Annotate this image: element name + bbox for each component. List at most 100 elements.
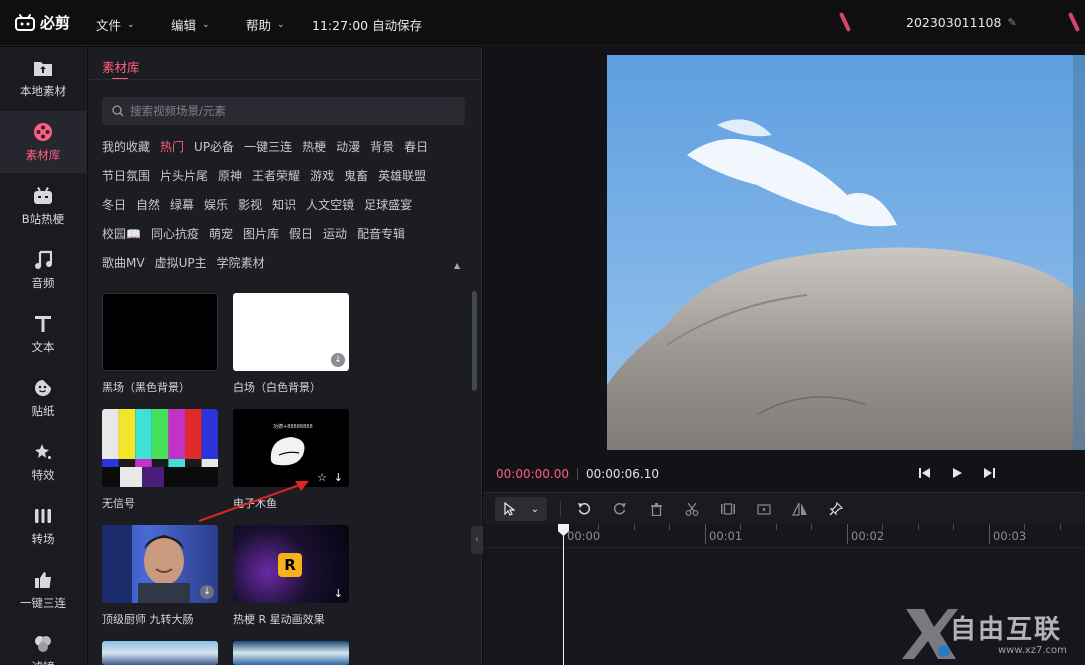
tag-film[interactable]: 影视	[238, 195, 262, 215]
edit-pencil-icon[interactable]: ✎	[1007, 16, 1016, 29]
nav-audio-label: 音频	[31, 275, 55, 290]
tag-football[interactable]: 足球盛宴	[364, 195, 412, 215]
tag-green-screen[interactable]: 绿幕	[170, 195, 194, 215]
tag-row: 歌曲MV 虚拟UP主 学院素材	[102, 253, 275, 273]
pin-marker-icon[interactable]	[827, 500, 845, 518]
nav-text[interactable]: 文本	[0, 303, 86, 365]
nav-effects[interactable]: 特效	[0, 431, 86, 493]
material-card[interactable]	[102, 641, 218, 665]
card-thumbnail[interactable]	[102, 641, 218, 665]
app-logo: 必剪	[14, 12, 70, 33]
redo-icon[interactable]	[611, 500, 629, 518]
material-library-panel: 素材库 我的收藏 热门 UP必备 一键三连 热梗 动漫 背景 春日 节日氛围 片…	[88, 47, 482, 665]
tag-kichiku[interactable]: 鬼畜	[344, 166, 368, 186]
reverse-icon[interactable]	[755, 500, 773, 518]
menu-edit[interactable]: 编辑 ⌄	[171, 15, 210, 34]
tag-virtual-up[interactable]: 虚拟UP主	[155, 253, 207, 273]
tag-anti-epidemic[interactable]: 同心抗疫	[151, 224, 199, 244]
bilibili-logo-icon	[15, 13, 35, 31]
library-scrollbar[interactable]	[472, 291, 477, 391]
freeze-frame-icon[interactable]	[719, 500, 737, 518]
undo-icon[interactable]	[575, 500, 593, 518]
tag-sports[interactable]: 运动	[323, 224, 347, 244]
top-bar: 必剪 文件 ⌄ 编辑 ⌄ 帮助 ⌄ 11:27:00 自动保存 20230301…	[0, 0, 1085, 46]
search-icon	[112, 105, 124, 117]
tag-entertainment[interactable]: 娱乐	[204, 195, 228, 215]
download-icon[interactable]: ↓	[331, 353, 345, 367]
tag-holiday[interactable]: 假日	[289, 224, 313, 244]
tag-hot[interactable]: 热门	[160, 137, 184, 157]
tag-music-mv[interactable]: 歌曲MV	[102, 253, 145, 273]
skip-to-end-icon[interactable]	[982, 466, 996, 480]
time-ruler[interactable]: 00:00 00:01 00:02 00:03	[483, 524, 1085, 548]
card-thumbnail[interactable]	[233, 641, 349, 665]
tag-row: 节日氛围 片头片尾 原神 王者荣耀 游戏 鬼畜 英雄联盟	[102, 166, 436, 186]
search-box[interactable]	[102, 97, 465, 125]
play-icon[interactable]	[950, 466, 964, 480]
watermark-url: www.xz7.com	[998, 645, 1067, 656]
menu-help[interactable]: 帮助 ⌄	[246, 15, 285, 34]
tag-intro-outro[interactable]: 片头片尾	[160, 166, 208, 186]
tag-nature[interactable]: 自然	[136, 195, 160, 215]
tag-cultural-shots[interactable]: 人文空镜	[306, 195, 354, 215]
tag-image-library[interactable]: 图片库	[243, 224, 279, 244]
tag-triple-like[interactable]: 一键三连	[244, 137, 292, 157]
select-tool-dropdown[interactable]: ⌄	[495, 497, 547, 521]
tag-favorites[interactable]: 我的收藏	[102, 137, 150, 157]
nav-triple-like[interactable]: 一键三连	[0, 559, 86, 621]
left-nav: 本地素材 素材库 B站热梗 音频 文本 贴纸 特效 转场 一键三连	[0, 47, 87, 665]
nav-transitions[interactable]: 转场	[0, 495, 86, 557]
nav-filters[interactable]: 滤镜	[0, 623, 86, 665]
nav-text-label: 文本	[31, 339, 55, 354]
nav-audio[interactable]: 音频	[0, 239, 86, 301]
material-card[interactable]: ↓ 白场（白色背景）	[233, 293, 349, 395]
download-icon[interactable]: ↓	[334, 471, 343, 484]
nav-local-media[interactable]: 本地素材	[0, 47, 86, 109]
tag-pets[interactable]: 萌宠	[209, 224, 233, 244]
ruler-tick	[953, 524, 954, 530]
card-thumbnail[interactable]: ↓	[102, 525, 218, 603]
search-input[interactable]	[130, 104, 450, 118]
tag-games[interactable]: 游戏	[310, 166, 334, 186]
collapse-panel-handle[interactable]: ‹	[471, 526, 483, 554]
material-card[interactable]: 黑场（黑色背景）	[102, 293, 218, 395]
material-card[interactable]	[233, 641, 349, 665]
download-icon[interactable]: ↓	[200, 585, 214, 599]
nav-stickers[interactable]: 贴纸	[0, 367, 86, 429]
download-icon[interactable]: ↓	[334, 587, 343, 600]
material-card[interactable]: R ↓ 热梗 R 星动画效果	[233, 525, 349, 627]
tag-memes[interactable]: 热梗	[302, 137, 326, 157]
tag-anime[interactable]: 动漫	[336, 137, 360, 157]
skip-to-start-icon[interactable]	[918, 466, 932, 480]
chevron-down-icon: ⌄	[202, 19, 210, 30]
mirror-flip-icon[interactable]	[791, 500, 809, 518]
tag-up-essentials[interactable]: UP必备	[194, 137, 234, 157]
project-name[interactable]: 202303011108 ✎	[906, 15, 1017, 30]
split-scissors-icon[interactable]	[683, 500, 701, 518]
tag-genshin[interactable]: 原神	[218, 166, 242, 186]
tag-campus[interactable]: 校园📖	[102, 224, 141, 244]
tag-honor-of-kings[interactable]: 王者荣耀	[252, 166, 300, 186]
collapse-tags-icon[interactable]: ▲	[454, 261, 460, 270]
tag-league-of-legends[interactable]: 英雄联盟	[378, 166, 426, 186]
site-watermark: 自由互联 www.xz7.com	[900, 603, 1085, 665]
material-card[interactable]: ↓ 顶级厨师 九转大肠	[102, 525, 218, 627]
nav-material-library[interactable]: 素材库	[0, 111, 86, 173]
tag-winter[interactable]: 冬日	[102, 195, 126, 215]
tab-material-library[interactable]: 素材库	[102, 57, 140, 76]
nav-bilibili-memes[interactable]: B站热梗	[0, 175, 86, 237]
tag-festival[interactable]: 节日氛围	[102, 166, 150, 186]
tag-background[interactable]: 背景	[370, 137, 394, 157]
sticker-face-icon	[33, 378, 53, 398]
playhead[interactable]	[563, 524, 564, 665]
tag-spring[interactable]: 春日	[404, 137, 428, 157]
card-thumbnail[interactable]: R ↓	[233, 525, 349, 603]
menu-edit-label: 编辑	[171, 18, 197, 33]
menu-file[interactable]: 文件 ⌄	[96, 15, 135, 34]
tag-knowledge[interactable]: 知识	[272, 195, 296, 215]
card-thumbnail[interactable]	[102, 293, 218, 371]
tag-academy[interactable]: 学院素材	[217, 253, 265, 273]
card-thumbnail[interactable]: ↓	[233, 293, 349, 371]
delete-trash-icon[interactable]	[647, 500, 665, 518]
tag-dubbing[interactable]: 配音专辑	[357, 224, 405, 244]
